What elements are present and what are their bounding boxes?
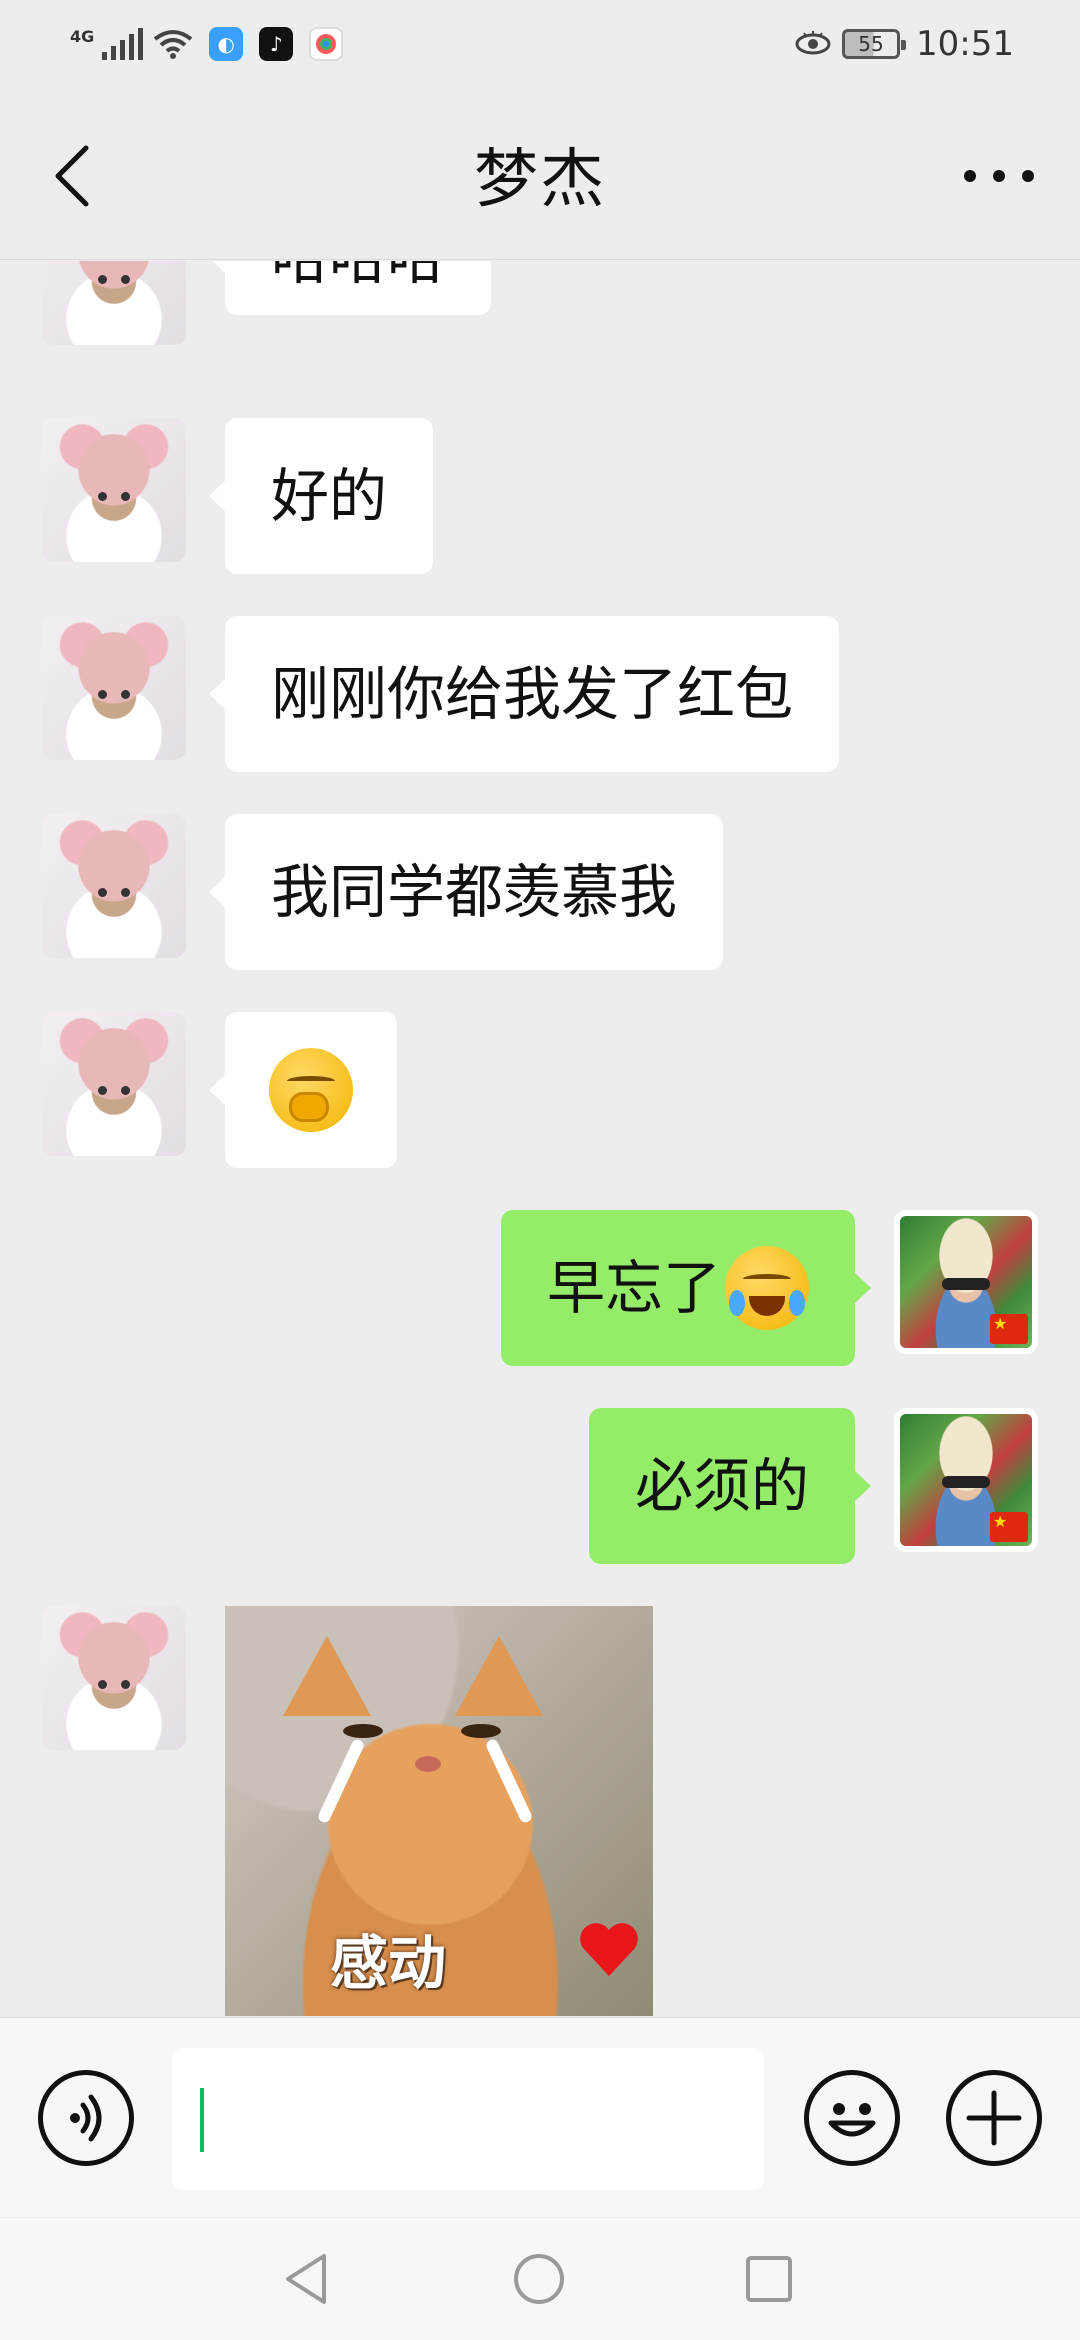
chat-title: 梦杰 <box>474 142 606 217</box>
battery-icon: 55 <box>842 29 907 59</box>
message-bubble[interactable]: 必须的 <box>588 1408 872 1564</box>
message-row: 必须的 ★ <box>0 1408 1080 1568</box>
voice-input-button[interactable] <box>38 2070 134 2166</box>
message-bubble[interactable]: 刚刚你给我发了红包 <box>208 616 840 772</box>
plus-icon <box>966 2090 1022 2146</box>
message-text: 刚刚你给我发了红包 <box>271 660 794 728</box>
message-row <box>0 1012 1080 1172</box>
battery-level: 55 <box>858 32 884 56</box>
message-bubble[interactable]: 我同学都羡慕我 <box>208 814 724 970</box>
message-row: 感动 <box>0 1606 1080 2016</box>
sticker-caption: 感动 <box>330 1929 447 1997</box>
network-type: 4G <box>70 27 95 46</box>
emoji-button[interactable] <box>804 2070 900 2166</box>
smiley-icon <box>828 2103 876 2137</box>
contact-avatar[interactable] <box>42 616 186 760</box>
nav-recent-apps-icon[interactable] <box>740 2250 798 2308</box>
system-nav-bar <box>0 2218 1080 2340</box>
contact-avatar[interactable] <box>42 418 186 562</box>
message-text: 必须的 <box>634 1452 809 1520</box>
hand-over-mouth-emoji <box>269 1048 353 1132</box>
browser-icon: ◐ <box>209 27 244 61</box>
status-bar: 4G ◐ ♪ 55 10:51 <box>0 0 1080 88</box>
message-text: 早忘了 <box>546 1254 721 1322</box>
wifi-icon <box>154 30 193 59</box>
sticker-image[interactable]: 感动 <box>225 1606 653 2016</box>
tiktok-icon: ♪ <box>259 27 294 61</box>
nav-home-icon[interactable] <box>510 2250 568 2308</box>
rofl-emoji <box>725 1246 809 1330</box>
eye-comfort-icon <box>795 31 831 55</box>
input-bar <box>0 2017 1080 2217</box>
my-avatar[interactable]: ★ <box>894 1408 1038 1552</box>
more-functions-button[interactable] <box>946 2070 1042 2166</box>
message-row: 刚刚你给我发了红包 <box>0 616 1080 776</box>
message-input[interactable] <box>172 2048 764 2190</box>
nav-back-icon[interactable] <box>280 2250 338 2308</box>
clock: 10:51 <box>916 24 1014 64</box>
message-bubble[interactable] <box>209 1012 397 1168</box>
message-row: 早忘了 ★ <box>0 1210 1080 1370</box>
message-list[interactable]: 哈哈哈 好的 刚刚你给我发了红包 我同学都羡慕我 早忘了 <box>0 261 1080 2016</box>
signal-icon <box>102 28 144 60</box>
back-arrow-icon[interactable] <box>46 140 98 212</box>
message-text: 哈哈哈 <box>271 261 445 287</box>
message-bubble[interactable]: 早忘了 <box>500 1210 872 1366</box>
heart-icon <box>580 1923 638 1976</box>
contact-avatar[interactable] <box>42 261 186 345</box>
status-left: 4G ◐ ♪ <box>70 27 344 61</box>
message-text: 我同学都羡慕我 <box>271 858 678 926</box>
message-bubble[interactable]: 哈哈哈 <box>208 261 492 315</box>
contact-avatar[interactable] <box>42 1012 186 1156</box>
voice-icon <box>70 2094 102 2142</box>
message-text: 好的 <box>271 462 388 530</box>
message-row: 好的 <box>0 418 1080 578</box>
message-row: 哈哈哈 <box>0 261 1080 371</box>
chat-header: 梦杰 <box>0 88 1080 260</box>
text-caret <box>200 2088 204 2152</box>
contact-avatar[interactable] <box>42 814 186 958</box>
more-options-icon[interactable] <box>964 158 1034 194</box>
contact-avatar[interactable] <box>42 1606 186 1750</box>
message-bubble[interactable]: 好的 <box>208 418 434 574</box>
my-avatar[interactable]: ★ <box>894 1210 1038 1354</box>
status-right: 55 10:51 <box>794 24 1014 64</box>
app-icon <box>309 27 344 61</box>
message-row: 我同学都羡慕我 <box>0 814 1080 974</box>
